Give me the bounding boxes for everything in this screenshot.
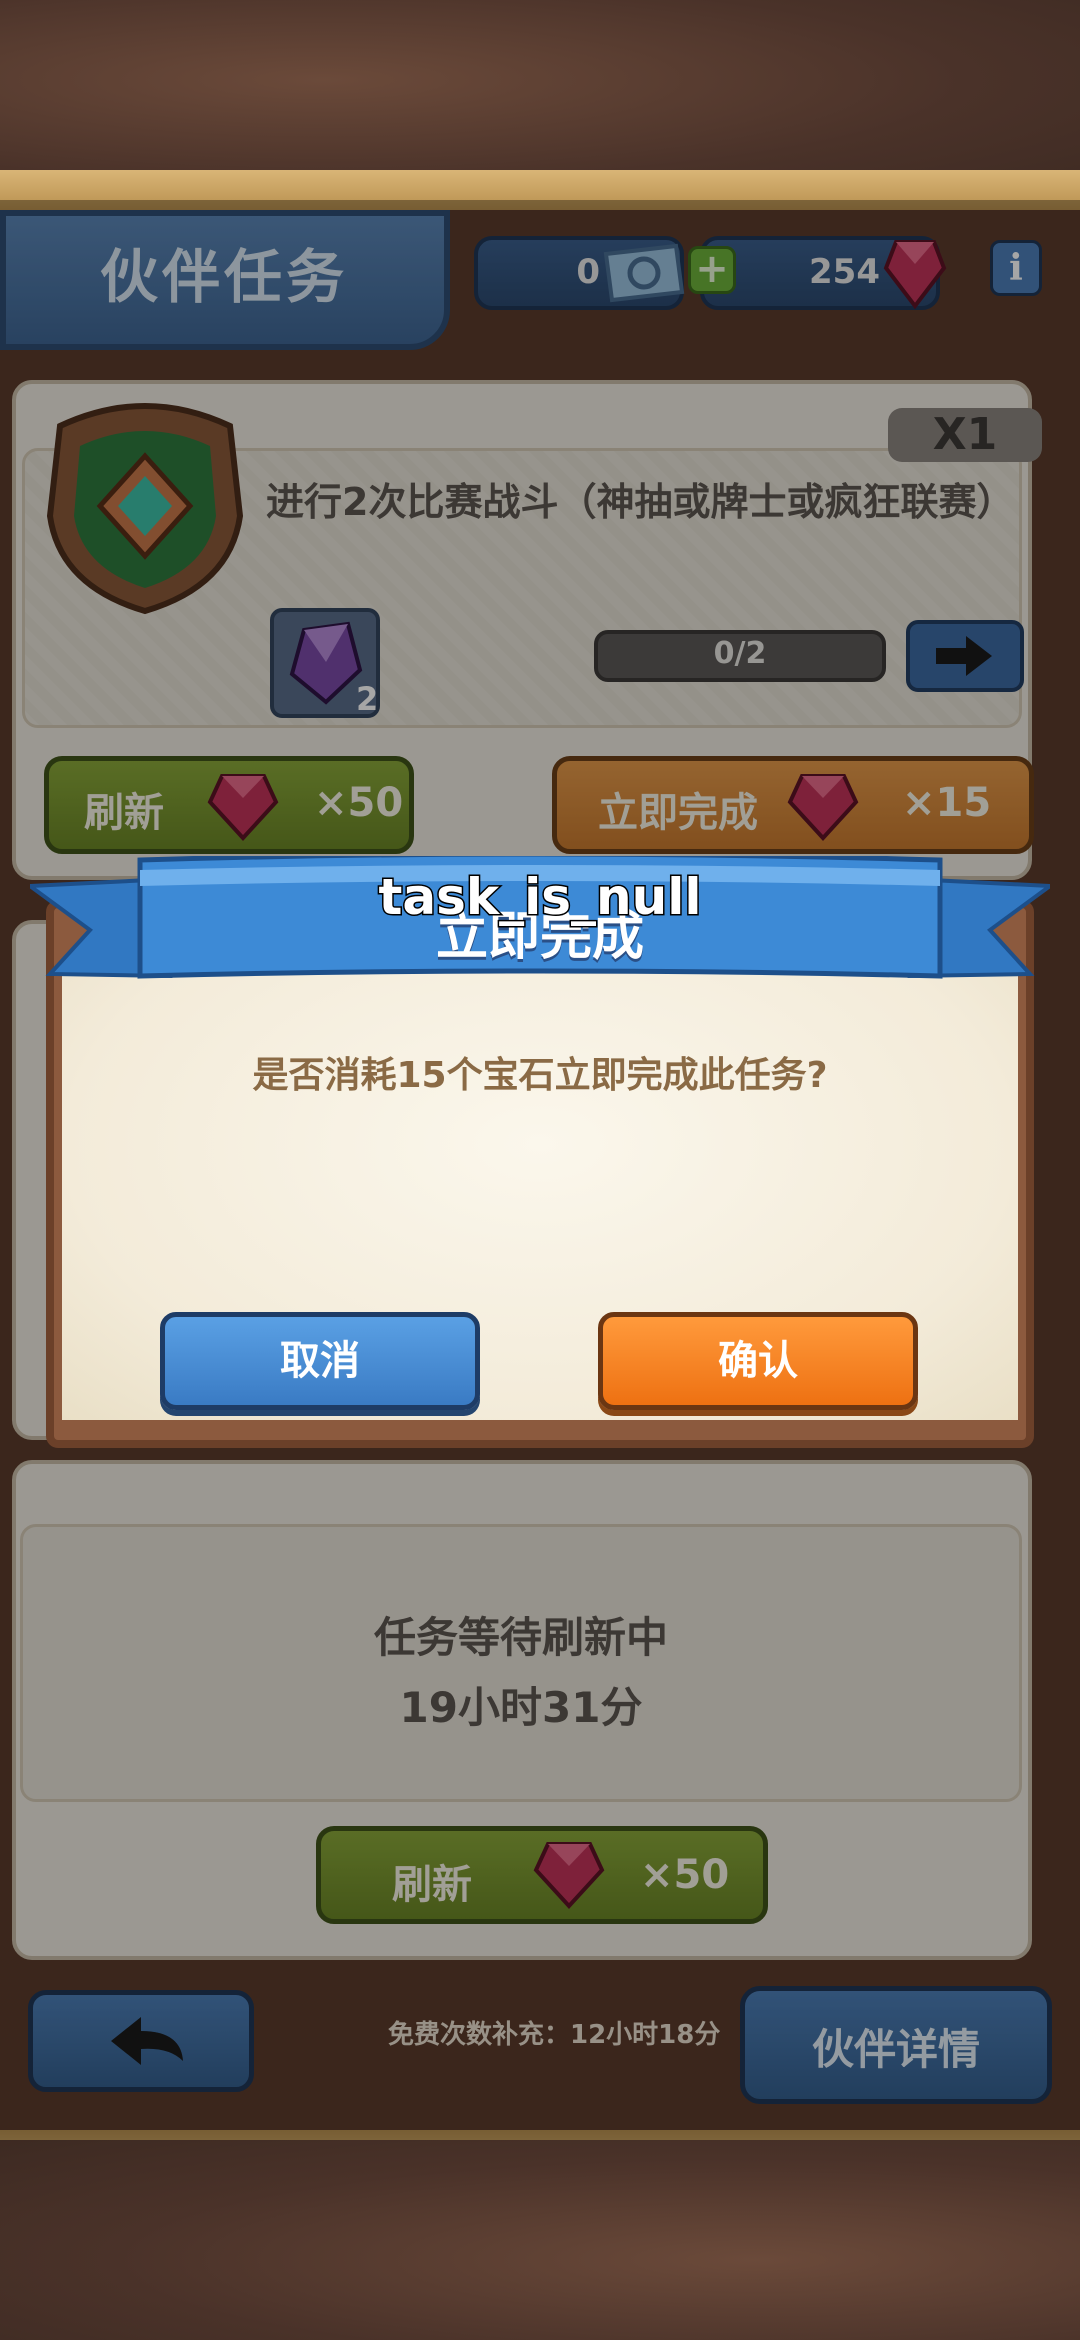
- wood-background-bottom: [0, 2140, 1080, 2340]
- debug-overlay-text: task_is_null: [377, 867, 703, 928]
- dialog-message: 是否消耗15个宝石立即完成此任务?: [252, 1055, 828, 1096]
- cancel-button[interactable]: 取消: [160, 1312, 480, 1410]
- cancel-label: 取消: [280, 1338, 360, 1384]
- confirm-label: 确认: [718, 1338, 798, 1384]
- confirm-button[interactable]: 确认: [598, 1312, 918, 1410]
